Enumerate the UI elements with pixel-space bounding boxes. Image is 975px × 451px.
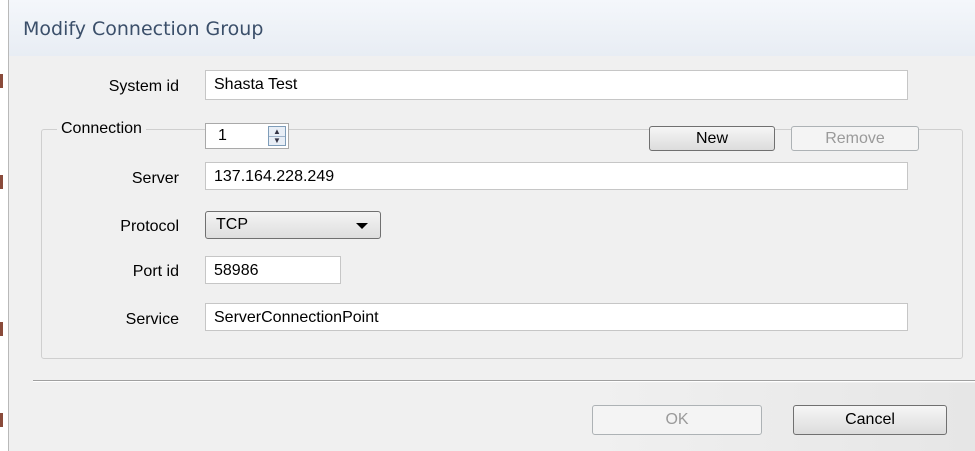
background-edge xyxy=(0,74,3,88)
dialog-title: Modify Connection Group xyxy=(23,18,264,40)
stepper-down-icon[interactable]: ▼ xyxy=(269,136,285,145)
connection-group-label: Connection xyxy=(57,120,146,138)
new-button[interactable]: New xyxy=(649,126,775,151)
background-edge xyxy=(0,175,3,189)
connection-index-stepper[interactable]: 1 ▲ ▼ xyxy=(205,123,289,149)
service-label: Service xyxy=(125,311,179,328)
ok-button[interactable]: OK xyxy=(592,405,762,435)
service-input[interactable]: ServerConnectionPoint xyxy=(205,303,908,331)
background-edge xyxy=(0,322,3,336)
port-id-input[interactable]: 58986 xyxy=(205,256,341,284)
chevron-down-icon xyxy=(356,223,368,229)
connection-index-value: 1 xyxy=(218,127,227,144)
dialog-footer: OK Cancel xyxy=(9,383,975,451)
protocol-value: TCP xyxy=(216,216,248,233)
protocol-label: Protocol xyxy=(120,218,179,235)
remove-button[interactable]: Remove xyxy=(791,126,919,151)
title-bar[interactable]: Modify Connection Group xyxy=(9,0,975,56)
port-id-label: Port id xyxy=(132,263,179,280)
background-edge xyxy=(0,413,3,427)
dialog-window: Modify Connection Group System id Shasta… xyxy=(8,0,975,451)
protocol-select[interactable]: TCP xyxy=(205,211,381,239)
footer-separator xyxy=(33,380,975,382)
cancel-button[interactable]: Cancel xyxy=(793,405,947,435)
system-id-label: System id xyxy=(108,78,179,95)
system-id-input[interactable]: Shasta Test xyxy=(205,70,908,100)
stepper-buttons: ▲ ▼ xyxy=(268,126,286,146)
server-label: Server xyxy=(131,170,179,187)
server-input[interactable]: 137.164.228.249 xyxy=(205,162,908,190)
